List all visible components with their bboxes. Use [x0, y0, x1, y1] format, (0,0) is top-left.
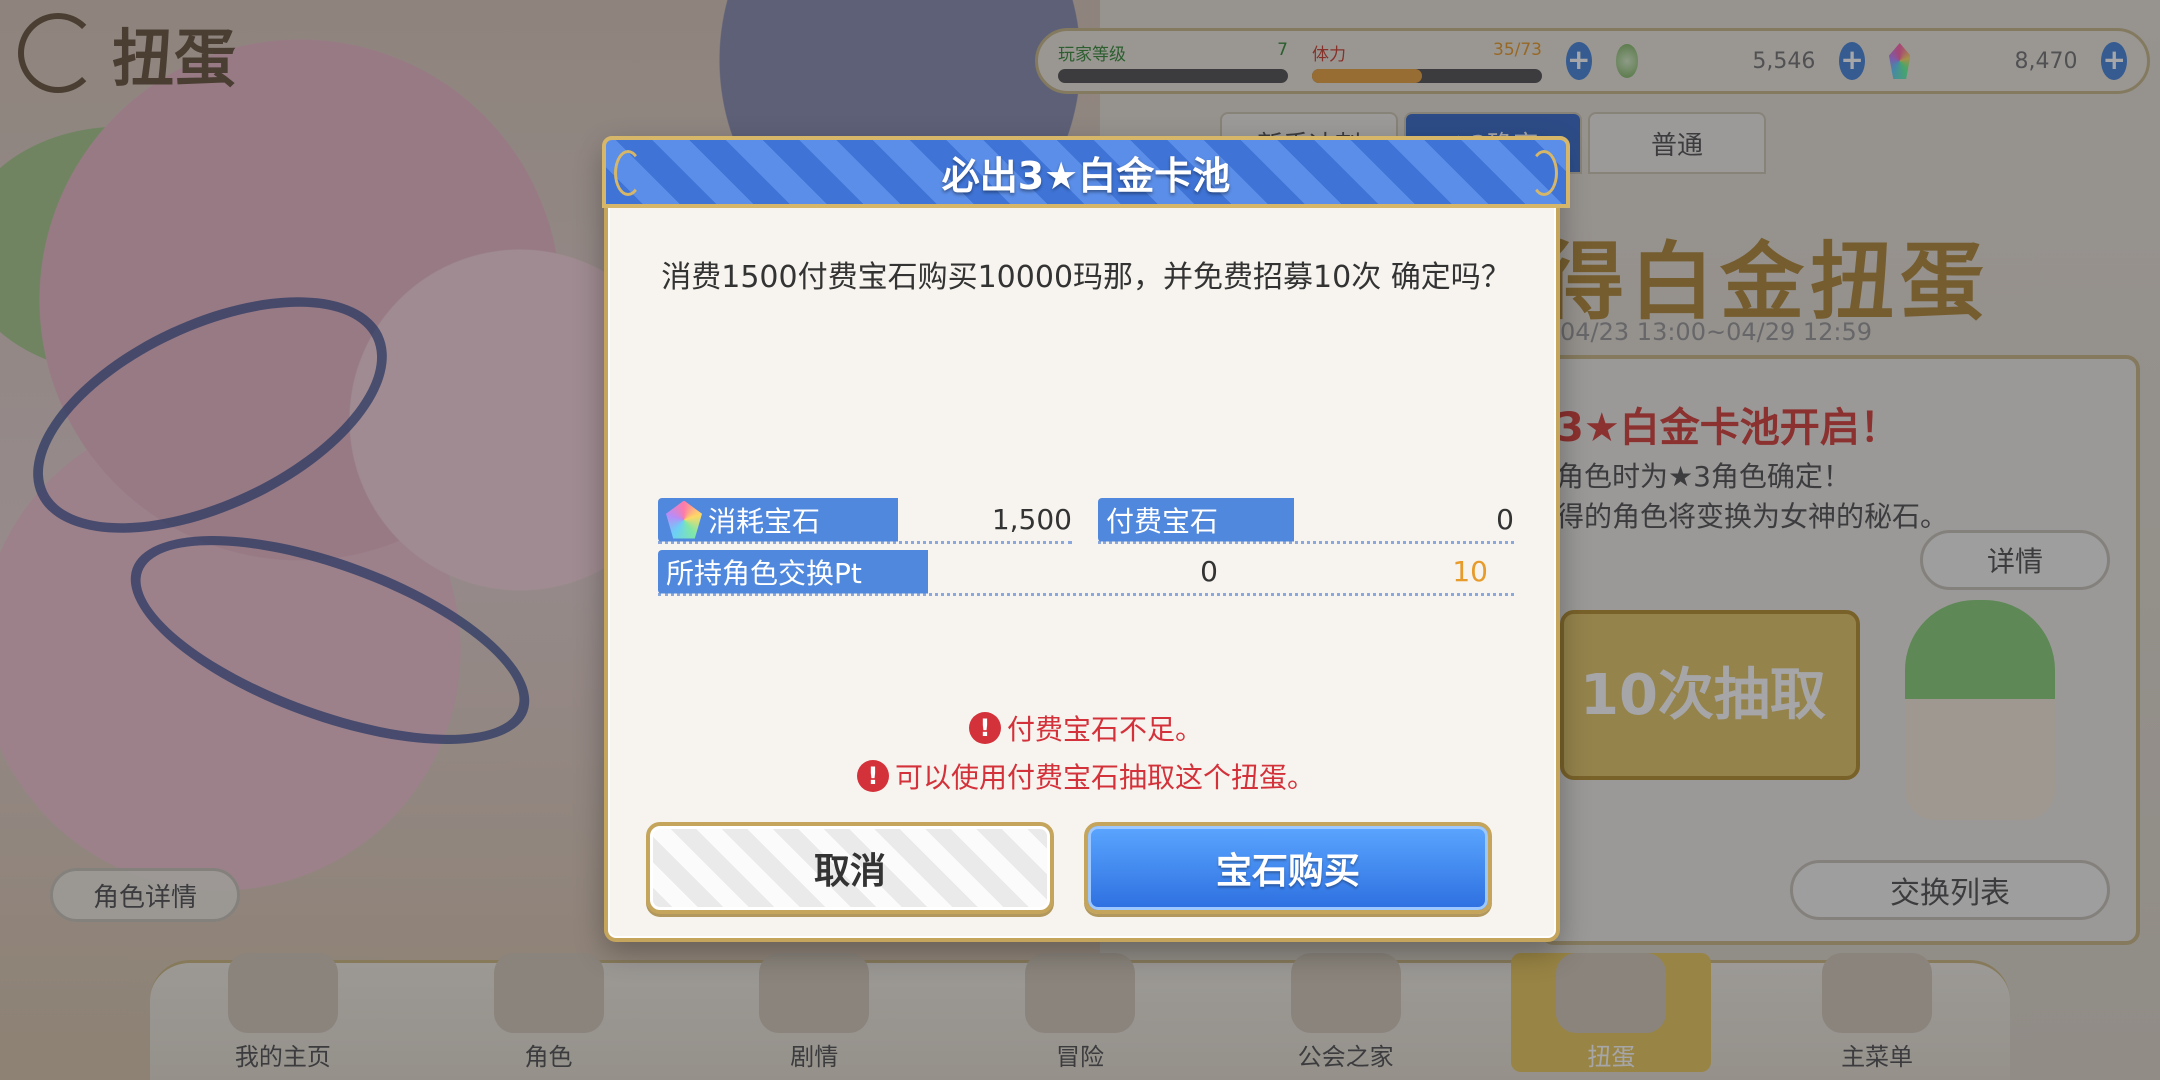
warning-text-2: 可以使用付费宝石抽取这个扭蛋。	[894, 761, 1315, 794]
exchange-pt-value: 0	[1200, 555, 1218, 588]
warning-paid-only: ! 可以使用付费宝石抽取这个扭蛋。	[648, 756, 1524, 796]
paid-gem-row: 付费宝石 0	[1098, 497, 1514, 544]
cancel-button[interactable]: 取消	[646, 822, 1054, 914]
warning-insufficient: ! 付费宝石不足。	[648, 708, 1524, 748]
exchange-pt-after: 10	[1452, 555, 1488, 588]
dialog-title: 必出3★白金卡池	[941, 153, 1231, 198]
warning-icon: !	[856, 760, 889, 792]
paid-gem-value: 0	[1496, 503, 1514, 536]
purchase-dialog: 必出3★白金卡池 消费1500付费宝石购买10000玛那，并免费招募10次 确定…	[602, 136, 1570, 942]
consume-gem-row: 消耗宝石 1,500	[658, 497, 1072, 544]
dialog-header: 必出3★白金卡池	[602, 136, 1570, 208]
exchange-pt-label: 所持角色交换Pt	[666, 556, 862, 590]
warning-text-1: 付费宝石不足。	[1006, 713, 1203, 746]
consume-gem-label-box: 消耗宝石	[658, 497, 898, 542]
ornament-icon	[614, 150, 642, 196]
buy-gems-button[interactable]: 宝石购买	[1084, 822, 1492, 914]
gem-icon	[666, 500, 702, 539]
consume-gem-label: 消耗宝石	[708, 504, 821, 538]
warning-icon: !	[968, 712, 1001, 744]
ornament-icon	[1530, 150, 1558, 196]
paid-gem-label-box: 付费宝石	[1098, 497, 1294, 542]
dialog-message: 消费1500付费宝石购买10000玛那，并免费招募10次 确定吗？	[661, 260, 1511, 295]
paid-gem-label: 付费宝石	[1106, 504, 1219, 538]
consume-gem-value: 1,500	[991, 503, 1072, 536]
exchange-pt-row: 所持角色交换Pt 0 10	[658, 549, 1514, 596]
exchange-pt-label-box: 所持角色交换Pt	[658, 549, 928, 594]
